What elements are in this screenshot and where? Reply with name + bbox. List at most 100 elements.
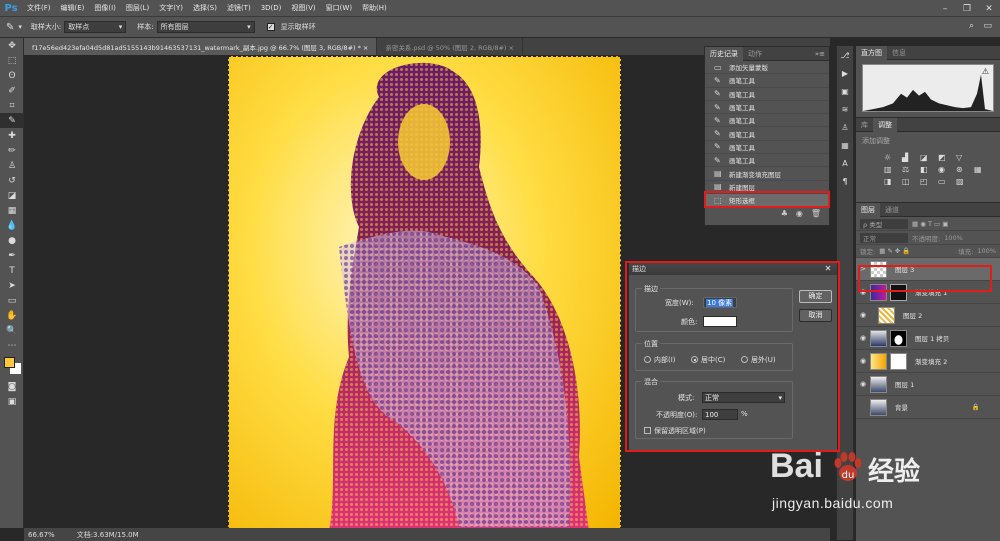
filter-icons[interactable]: ▦ ◉ T ▭ ▣ — [912, 220, 948, 228]
history-item[interactable]: ✎ 画笔工具 — [705, 74, 829, 88]
menu-window[interactable]: 窗口(W) — [321, 3, 357, 13]
new-document-from-state-icon[interactable]: ♣ — [781, 209, 788, 218]
swatches-icon[interactable]: ▦ — [837, 136, 853, 154]
crop-tool-icon[interactable]: ⌗ — [0, 98, 24, 113]
opacity-value[interactable]: 100% — [944, 234, 963, 242]
cancel-button[interactable]: 取消 — [799, 309, 832, 322]
path-select-tool-icon[interactable]: ➤ — [0, 278, 24, 293]
menu-image[interactable]: 图像(I) — [89, 3, 121, 13]
blend-mode-select[interactable]: 正常 — [860, 232, 908, 243]
history-item[interactable]: ▤ 新建渐变填充图层 — [705, 167, 829, 181]
layer-row[interactable]: ◉ 渐变填充 1 — [856, 281, 1000, 304]
menu-filter[interactable]: 滤镜(T) — [222, 3, 256, 13]
hue-saturation-icon[interactable]: ▥ — [884, 165, 898, 174]
history-panel-icon[interactable]: ⎇ — [837, 46, 853, 64]
menu-view[interactable]: 视图(V) — [286, 3, 320, 13]
width-input[interactable]: 10 像素 — [703, 297, 737, 308]
history-item[interactable]: ✎ 画笔工具 — [705, 101, 829, 115]
close-icon[interactable]: ✕ — [821, 263, 835, 274]
tab-adjustments[interactable]: 调整 — [873, 117, 897, 132]
invert-icon[interactable]: ◨ — [884, 177, 898, 186]
tab-histogram[interactable]: 直方图 — [856, 45, 887, 60]
visibility-eye-icon[interactable]: ◉ — [856, 380, 870, 388]
layer-row[interactable]: ◉ 图层 1 拷贝 — [856, 327, 1000, 350]
tab-intimate-psd[interactable]: 亲密关系.psd @ 50% (图层 2, RGB/8#) × — [377, 38, 523, 55]
marquee-tool-icon[interactable]: ⬚ — [0, 53, 24, 68]
history-item[interactable]: ✎ 画笔工具 — [705, 88, 829, 101]
color-balance-icon[interactable]: ⚖ — [902, 165, 916, 174]
brush-tool-icon[interactable]: ✏ — [0, 143, 24, 158]
history-item[interactable]: ▤ 新建图层 — [705, 181, 829, 194]
photo-filter-icon[interactable]: ◉ — [938, 165, 952, 174]
history-item[interactable]: ✎ 画笔工具 — [705, 127, 829, 141]
clone-source-icon[interactable]: ♙ — [837, 118, 853, 136]
more-tools-icon[interactable]: ⋯ — [0, 338, 24, 353]
channel-mixer-icon[interactable]: ⊛ — [956, 165, 970, 174]
visibility-eye-icon[interactable]: ◉ — [856, 334, 870, 342]
history-brush-tool-icon[interactable]: ↺ — [0, 173, 24, 188]
zoom-level[interactable]: 66.67% — [28, 531, 55, 539]
screen-mode-icon[interactable]: ▣ — [0, 394, 24, 409]
menu-help[interactable]: 帮助(H) — [357, 3, 392, 13]
brightness-icon[interactable]: ☼ — [884, 153, 898, 162]
restore-icon[interactable]: ❐ — [956, 0, 978, 17]
trash-icon[interactable]: 🗑 — [811, 209, 821, 218]
layer-row[interactable]: > 图层 3 — [856, 258, 1000, 281]
history-item[interactable]: ✎ 画笔工具 — [705, 141, 829, 155]
visibility-eye-icon[interactable]: ◉ — [856, 311, 870, 319]
menu-type[interactable]: 文字(Y) — [154, 3, 188, 13]
character-icon[interactable]: A — [837, 154, 853, 172]
quick-mask-icon[interactable]: ◙ — [0, 379, 24, 394]
search-icon[interactable]: ⌕ — [969, 21, 974, 31]
zoom-tool-icon[interactable]: 🔍 — [0, 323, 24, 338]
history-item-selected[interactable]: ⬚ 矩形选框 — [705, 193, 829, 208]
position-center-radio[interactable]: 居中(C) — [691, 355, 725, 365]
sample-size-select[interactable]: 取样点 ▾ — [64, 21, 127, 33]
visibility-eye-icon[interactable]: ◉ — [856, 357, 870, 365]
actions-panel-icon[interactable]: ▶ — [837, 64, 853, 82]
quick-select-tool-icon[interactable]: ✐ — [0, 83, 24, 98]
tab-info[interactable]: 信息 — [887, 46, 911, 60]
blur-tool-icon[interactable]: 💧 — [0, 218, 24, 233]
dialog-titlebar[interactable]: 描边 ✕ — [629, 263, 837, 275]
opacity-input[interactable]: 100 — [702, 409, 738, 420]
posterize-icon[interactable]: ◫ — [902, 177, 916, 186]
tab-channels[interactable]: 通道 — [880, 203, 904, 217]
panel-menu-icon[interactable]: »≡ — [815, 50, 829, 58]
history-item[interactable]: ▭ 添加矢量蒙版 — [705, 61, 829, 75]
ok-button[interactable]: 确定 — [799, 290, 832, 303]
layer-row[interactable]: ◉ 图层 1 — [856, 373, 1000, 396]
foreground-color-swatch[interactable] — [4, 357, 15, 368]
document-canvas[interactable] — [228, 56, 621, 530]
history-item[interactable]: ✎ 画笔工具 — [705, 114, 829, 128]
minimize-icon[interactable]: – — [934, 0, 956, 17]
clone-stamp-tool-icon[interactable]: ♙ — [0, 158, 24, 173]
pen-tool-icon[interactable]: ✒ — [0, 248, 24, 263]
lock-icons[interactable]: ▦ ✎ ✥ 🔒 — [879, 247, 910, 255]
show-ring-checkbox[interactable]: ✓ — [266, 23, 275, 31]
fill-value[interactable]: 100% — [977, 247, 996, 255]
menu-3d[interactable]: 3D(D) — [256, 4, 287, 12]
healing-brush-tool-icon[interactable]: ✚ — [0, 128, 24, 143]
menu-file[interactable]: 文件(F) — [22, 3, 56, 13]
black-white-icon[interactable]: ◧ — [920, 165, 934, 174]
visibility-eye-icon[interactable]: ◉ — [856, 288, 870, 296]
hand-tool-icon[interactable]: ✋ — [0, 308, 24, 323]
shape-tool-icon[interactable]: ▭ — [0, 293, 24, 308]
paragraph-icon[interactable]: ¶ — [837, 172, 853, 190]
tab-history[interactable]: 历史记录 — [705, 46, 743, 61]
vibrance-icon[interactable]: ▽ — [956, 153, 970, 162]
tab-watermark-jpg[interactable]: f17e56ed423efa04d5d81ad5155143b914635371… — [24, 38, 378, 55]
sample-select[interactable]: 所有图层 ▾ — [156, 21, 255, 33]
exposure-icon[interactable]: ◩ — [938, 153, 952, 162]
eyedropper-tool-icon[interactable]: ✎ — [0, 113, 24, 128]
eraser-tool-icon[interactable]: ◪ — [0, 188, 24, 203]
layer-row[interactable]: ◉ 渐变填充 2 — [856, 350, 1000, 373]
history-item[interactable]: ✎ 画笔工具 — [705, 154, 829, 168]
levels-icon[interactable]: ▟ — [902, 153, 916, 162]
position-inside-radio[interactable]: 内部(I) — [644, 355, 676, 365]
gradient-map-icon[interactable]: ▭ — [938, 177, 952, 186]
type-tool-icon[interactable]: T — [0, 263, 24, 278]
workspace-icon[interactable]: ▭ — [983, 21, 992, 31]
lasso-tool-icon[interactable]: ʘ — [0, 68, 24, 83]
